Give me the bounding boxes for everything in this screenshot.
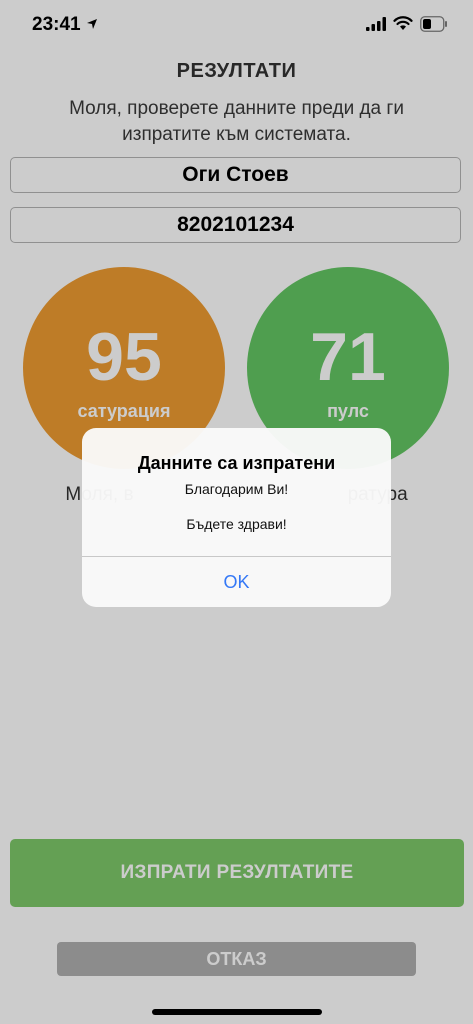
sent-confirmation-alert: Данните са изпратени Благодарим Ви! Бъде… [82,428,391,607]
alert-ok-button[interactable]: OK [82,557,391,607]
alert-message-thanks: Благодарим Ви! [184,481,289,497]
alert-title: Данните са изпратени [137,453,336,473]
home-indicator[interactable] [152,1009,322,1015]
results-screen: 23:41 РЕЗУЛТАТИ Моля, проверете данните … [0,0,473,1024]
alert-message-wishes: Бъдете здрави! [186,516,287,532]
